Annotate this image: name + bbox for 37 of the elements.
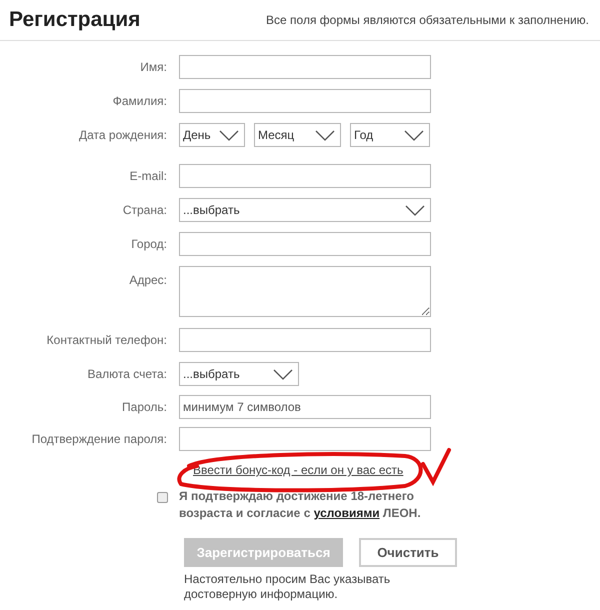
field-label: Адрес: (129, 273, 167, 287)
dropdown[interactable]: День (179, 123, 245, 147)
field-label: Дата рождения: (79, 128, 167, 142)
text-field[interactable] (179, 164, 431, 188)
footer-note: Настоятельно просим Вас указывать достоверную информацию. (184, 572, 392, 602)
field-label: Пароль: (122, 400, 167, 414)
field-label: Страна: (122, 203, 167, 217)
field-label: Подтверждение пароля: (32, 432, 167, 446)
chevron-down-icon (315, 130, 335, 140)
text-field[interactable]: минимум 7 символов (179, 395, 431, 419)
text-field[interactable] (179, 328, 431, 352)
field-label: Город: (131, 237, 167, 251)
text-area[interactable] (179, 266, 431, 317)
field-label: Фамилия: (112, 94, 167, 108)
chevron-down-icon (273, 368, 293, 380)
required-note: Все поля формы являются обязательными к заполнению. (266, 12, 589, 29)
bonus-code-link[interactable]: Ввести бонус-код - если он у вас есть (193, 461, 404, 479)
field-label: E-mail: (130, 169, 167, 183)
dropdown[interactable]: Год (350, 123, 430, 147)
dropdown[interactable]: ...выбрать (179, 362, 299, 386)
chevron-down-icon (219, 130, 239, 140)
field-label: Имя: (140, 60, 167, 74)
dropdown[interactable]: ...выбрать (179, 198, 431, 222)
text-field[interactable] (179, 89, 431, 113)
field-label: Контактный телефон: (46, 333, 167, 347)
dropdown[interactable]: Месяц (254, 123, 341, 147)
terms-link[interactable]: условиями (314, 506, 380, 520)
text-field[interactable] (179, 55, 431, 79)
chevron-down-icon (405, 204, 425, 216)
field-label: Валюта счета: (87, 367, 167, 381)
clear-button[interactable]: Очистить (359, 538, 457, 567)
agreement-text: Я подтверждаю достижение 18-летнего возраста и согласие с условиями ЛЕОН. (179, 488, 422, 522)
page-title: Регистрация (9, 7, 140, 34)
chevron-down-icon (404, 130, 424, 140)
agreement-checkbox[interactable] (157, 492, 168, 503)
text-field[interactable] (179, 427, 431, 451)
text-field[interactable] (179, 232, 431, 256)
